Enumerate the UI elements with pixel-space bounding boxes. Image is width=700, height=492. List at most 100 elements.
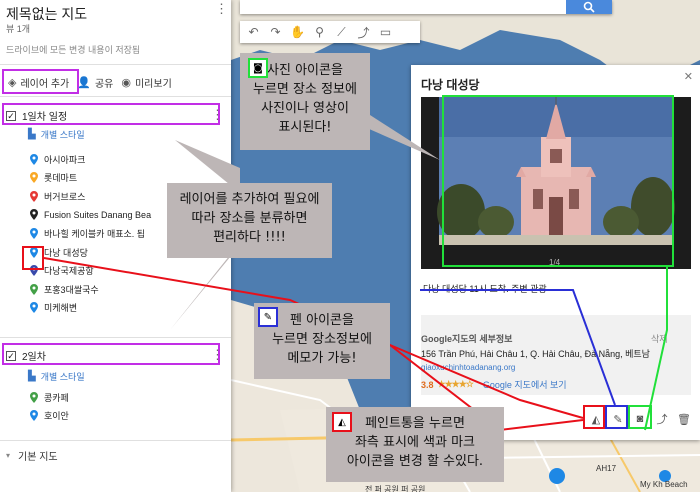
map-title[interactable]: 제목없는 지도 — [6, 4, 87, 24]
place-name: 호이안 — [44, 411, 69, 422]
divider — [0, 440, 231, 441]
place-marker-icon — [30, 227, 38, 239]
map-beach-label: My Kh Beach — [640, 480, 688, 489]
marker-icon[interactable]: ⚲ — [310, 23, 329, 41]
place-list-item[interactable]: 호이안 — [30, 408, 69, 424]
paint-roller-icon: ▙ — [28, 371, 36, 382]
place-marker-icon — [30, 391, 38, 403]
chevron-down-icon: ▾ — [6, 451, 11, 460]
paint-badge: ◭ — [332, 412, 352, 432]
google-details-heading: Google지도의 세부정보 — [421, 334, 513, 344]
place-list-item[interactable]: Fusion Suites Danang Bea — [30, 207, 151, 223]
map-toolbar: ↶ ↷ ✋ ⚲ ⟋ ⤴ ▭ — [240, 21, 420, 43]
place-marker-icon — [30, 209, 38, 221]
rating-value: 3.8 — [421, 379, 434, 390]
place-name: 다낭국제공항 — [44, 266, 94, 277]
map-road-label: AH17 — [596, 464, 617, 473]
undo-icon[interactable]: ↶ — [244, 23, 263, 41]
camera-icon: ◙ — [253, 62, 263, 74]
camera-icon[interactable]: ◙ — [630, 409, 650, 429]
place-name: Fusion Suites Danang Bea — [44, 209, 152, 220]
layer-note-line2: 따라 장소를 분류하면 — [191, 211, 308, 226]
place-name: 다낭 대성당 — [44, 247, 88, 258]
camera-note-line2: 누르면 장소 정보에 — [253, 82, 357, 97]
place-name: 포홍3대쌀국수 — [44, 284, 99, 295]
base-map-toggle[interactable]: ▾ 기본 지도 — [6, 448, 58, 463]
place-info-card: 다낭 대성당 ✕ 1/4 다낭 대성당 11시 도착. 주변 관광 Google… — [411, 65, 700, 440]
camera-note-line3: 사진이나 영상이 — [261, 101, 349, 116]
search-icon — [583, 1, 595, 13]
divider — [0, 337, 231, 338]
directions-icon[interactable]: ⤴ — [652, 409, 672, 429]
route-icon[interactable]: ⤴ — [354, 23, 373, 41]
eye-icon: ◉ — [121, 76, 131, 89]
place-name: 바나힐 케이블카 매표소. 됩 — [44, 228, 146, 239]
preview-button[interactable]: ◉ 미리보기 — [121, 75, 171, 90]
place-marker-icon — [30, 410, 38, 422]
map-more-icon[interactable]: ⋮ — [215, 2, 228, 15]
paint-bucket-icon[interactable]: ◭ — [586, 409, 606, 429]
layer1-style-link[interactable]: ▙ 개별 스타일 — [28, 128, 85, 141]
pen-note-line3: 메모가 가능! — [287, 351, 357, 366]
add-person-icon: 👤 — [77, 76, 91, 89]
add-layer-highlight — [2, 69, 79, 94]
redo-icon[interactable]: ↷ — [266, 23, 285, 41]
share-button[interactable]: 👤 공유 — [77, 75, 113, 90]
line-icon[interactable]: ⟋ — [332, 23, 351, 41]
place-list-item[interactable]: 다낭 대성당 — [30, 244, 88, 260]
pen-icon: ✎ — [263, 311, 273, 323]
layer2-style-label: 개별 스타일 — [40, 372, 85, 382]
place-list-item[interactable]: 아시아파크 — [30, 151, 85, 167]
place-list-item[interactable]: 바나힐 케이블카 매표소. 됩 — [30, 225, 145, 241]
layer1-highlight — [2, 103, 220, 125]
pen-badge: ✎ — [258, 307, 278, 327]
hand-icon[interactable]: ✋ — [288, 23, 307, 41]
place-list-item[interactable]: 포홍3대쌀국수 — [30, 281, 99, 297]
place-name: 콩카페 — [44, 392, 69, 403]
place-marker-icon — [30, 246, 38, 258]
paint-note-line1: 페인트통을 누르면 — [365, 416, 465, 431]
card-toolbar: ◭ ✎ ◙ ⤴ 🗑 — [586, 409, 696, 429]
layer-note-callout: 레이어를 추가하여 필요에 따라 장소를 분류하면 편리하다 !!!! — [167, 183, 332, 258]
place-description[interactable]: 다낭 대성당 11시 도착. 주변 관광 — [423, 282, 547, 295]
close-icon[interactable]: ✕ — [684, 70, 693, 83]
cathedral-photo — [421, 97, 691, 269]
pen-icon[interactable]: ✎ — [608, 409, 628, 429]
search-button[interactable] — [566, 0, 612, 14]
camera-badge: ◙ — [248, 58, 268, 78]
layer1-style-label: 개별 스타일 — [40, 130, 85, 140]
rating-stars: ★★★★☆ — [437, 379, 474, 389]
place-list-item[interactable]: 버거브로스 — [30, 188, 85, 204]
place-photo[interactable] — [421, 97, 691, 269]
place-list-item[interactable]: 롯데마트 — [30, 170, 77, 186]
photo-counter: 1/4 — [549, 258, 561, 267]
layer2-highlight — [2, 343, 220, 365]
ruler-icon[interactable]: ▭ — [376, 23, 395, 41]
google-maps-link[interactable]: Google 지도에서 보기 — [483, 378, 567, 391]
place-marker-icon — [30, 283, 38, 295]
place-list-item[interactable]: 다낭국제공항 — [30, 263, 94, 279]
delete-details-link[interactable]: 삭제 — [651, 332, 668, 345]
camera-note-line4: 표시된다! — [278, 120, 332, 135]
map-search-input[interactable] — [240, 0, 612, 14]
layer-note-line3: 편리하다 !!!! — [213, 230, 286, 245]
save-status: 드라이브에 모든 변경 내용이 저장됨 — [6, 45, 141, 55]
card-title: 다낭 대성당 — [421, 78, 480, 92]
place-website-link[interactable]: giaoxuchinhtoadanang.org — [421, 363, 515, 372]
place-name: 롯데마트 — [44, 173, 78, 184]
paint-note-line2: 좌측 표시에 색과 마크 — [354, 435, 476, 450]
share-label: 공유 — [94, 78, 114, 90]
place-marker-icon — [30, 302, 38, 314]
place-list-item[interactable]: 미케해변 — [30, 300, 77, 316]
layer-note-line1: 레이어를 추가하여 필요에 — [179, 192, 320, 207]
map-area-label: 전 퍼 공원 퍼 공원 — [365, 485, 426, 492]
place-marker-icon — [30, 190, 38, 202]
preview-label: 미리보기 — [134, 78, 172, 90]
paint-note-callout: 페인트통을 누르면 좌측 표시에 색과 마크 아이콘을 변경 할 수있다. — [326, 407, 504, 482]
trash-icon[interactable]: 🗑 — [674, 409, 694, 429]
place-list-item[interactable]: 콩카페 — [30, 389, 69, 405]
place-address: 156 Trần Phú, Hải Châu 1, Q. Hải Châu, Đ… — [421, 349, 650, 359]
divider — [0, 64, 231, 65]
place-marker-icon — [30, 153, 38, 165]
layer2-style-link[interactable]: ▙ 개별 스타일 — [28, 370, 85, 383]
